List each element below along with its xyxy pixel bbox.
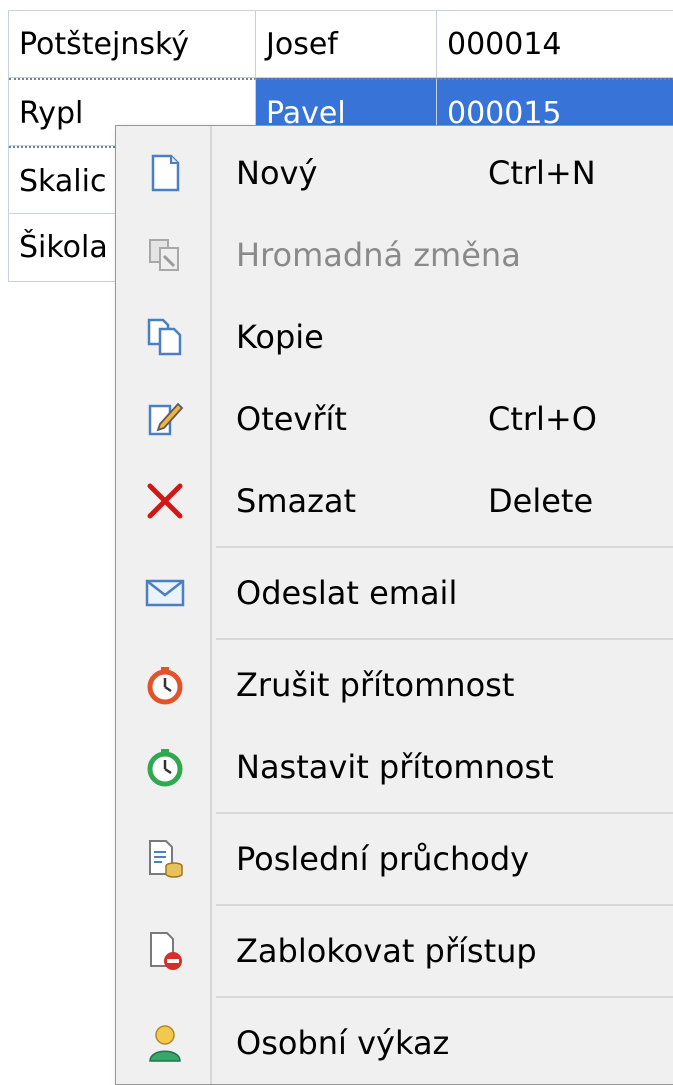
menu-item-cancel-presence[interactable]: Zrušit přítomnost [116, 644, 673, 726]
delete-icon [144, 480, 186, 522]
edit-icon [144, 398, 186, 440]
menu-item-block-access[interactable]: Zablokovat přístup [116, 910, 673, 992]
menu-item-bulk-change[interactable]: Hromadná změna [116, 214, 673, 296]
menu-item-label: Kopie [236, 318, 324, 356]
menu-separator [116, 900, 673, 910]
menu-item-new[interactable]: Nový Ctrl+N [116, 132, 673, 214]
table-row[interactable]: Potštejnský Josef 000014 [9, 10, 673, 78]
recent-passages-icon [144, 838, 186, 880]
context-menu: Nový Ctrl+N Hromadná změna Kopie Otevřít… [115, 125, 673, 1085]
menu-item-label: Osobní výkaz [236, 1024, 450, 1062]
copy-icon [144, 316, 186, 358]
name-cell[interactable]: Josef [256, 10, 437, 78]
bulk-change-icon [144, 234, 186, 276]
menu-item-label: Smazat [236, 482, 357, 520]
menu-item-label: Hromadná změna [236, 236, 521, 274]
set-presence-icon [144, 746, 186, 788]
menu-separator [116, 992, 673, 1002]
menu-item-label: Nastavit přítomnost [236, 748, 554, 786]
new-document-icon [144, 152, 186, 194]
surname-cell[interactable]: Šikola [9, 214, 119, 282]
menu-item-personal-report[interactable]: Osobní výkaz [116, 1002, 673, 1084]
menu-item-open[interactable]: Otevřít Ctrl+O [116, 378, 673, 460]
block-access-icon [144, 930, 186, 972]
menu-item-label: Otevřít [236, 400, 347, 438]
menu-item-shortcut: Delete [488, 482, 594, 520]
menu-item-send-email[interactable]: Odeslat email [116, 552, 673, 634]
menu-item-label: Zrušit přítomnost [236, 666, 515, 704]
menu-item-shortcut: Ctrl+N [488, 154, 596, 192]
menu-separator [116, 808, 673, 818]
menu-item-copy[interactable]: Kopie [116, 296, 673, 378]
menu-item-label: Odeslat email [236, 574, 458, 612]
surname-cell[interactable]: Potštejnský [9, 10, 256, 78]
menu-item-label: Zablokovat přístup [236, 932, 537, 970]
menu-item-recent-passages[interactable]: Poslední průchody [116, 818, 673, 900]
menu-item-label: Poslední průchody [236, 840, 530, 878]
menu-separator [116, 634, 673, 644]
menu-item-set-presence[interactable]: Nastavit přítomnost [116, 726, 673, 808]
surname-cell[interactable]: Skalic [9, 146, 119, 214]
id-cell[interactable]: 000014 [437, 10, 673, 78]
menu-item-delete[interactable]: Smazat Delete [116, 460, 673, 542]
personal-report-icon [144, 1022, 186, 1064]
menu-item-label: Nový [236, 154, 318, 192]
menu-item-shortcut: Ctrl+O [488, 400, 597, 438]
menu-separator [116, 542, 673, 552]
email-icon [144, 572, 186, 614]
cancel-presence-icon [144, 664, 186, 706]
